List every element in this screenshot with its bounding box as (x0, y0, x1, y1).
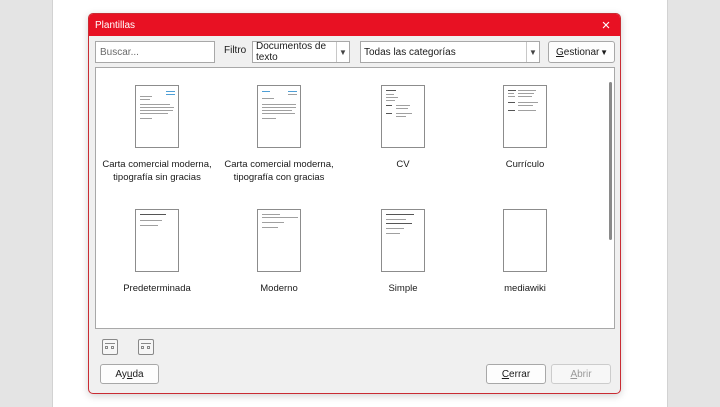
category-select[interactable]: Todas las categorías ▼ (360, 41, 540, 63)
template-label: Moderno (260, 283, 298, 294)
manage-label: Gestionar (556, 46, 600, 58)
thumbnail-view-icon[interactable] (102, 339, 118, 355)
template-label: CV (396, 159, 410, 170)
view-toggle-icons (102, 339, 154, 355)
template-thumbnail (381, 209, 425, 272)
template-thumbnail (135, 209, 179, 272)
dialog-titlebar: Plantillas × (89, 14, 620, 36)
template-item[interactable]: Predeterminada (96, 209, 218, 295)
template-label: Carta comercial moderna, tipografía con g… (224, 159, 334, 183)
templates-dialog: Plantillas × Filtro Documentos de texto … (88, 13, 621, 394)
dialog-title: Plantillas (95, 19, 136, 31)
caret-down-icon: ▼ (600, 47, 608, 57)
close-button[interactable]: Cerrar (486, 364, 546, 384)
template-label: Carta comercial moderna, tipografía sin g… (102, 159, 212, 183)
template-thumbnail (381, 85, 425, 148)
template-label: Predeterminada (123, 283, 191, 294)
template-label: mediawiki (504, 283, 546, 294)
filter-label: Filtro (224, 45, 247, 56)
template-item[interactable]: mediawiki (464, 209, 586, 295)
template-item[interactable]: CV (342, 85, 464, 171)
template-thumbnail (257, 209, 301, 272)
help-button[interactable]: Ay u da (100, 364, 159, 384)
category-value: Todas las categorías (364, 46, 456, 58)
template-thumbnail (503, 85, 547, 148)
template-thumbnail (257, 85, 301, 148)
template-item[interactable]: Simple (342, 209, 464, 295)
search-input[interactable] (95, 41, 215, 63)
template-label: Currículo (505, 159, 545, 170)
manage-button[interactable]: Gestionar ▼ (548, 41, 615, 63)
document-type-select[interactable]: Documentos de texto ▼ (252, 41, 350, 63)
vertical-scrollbar[interactable] (609, 82, 612, 240)
close-icon[interactable]: × (598, 17, 614, 33)
template-item[interactable]: Moderno (218, 209, 340, 295)
chevron-down-icon: ▼ (336, 42, 349, 62)
template-thumbnail (135, 85, 179, 148)
templates-view[interactable]: Carta comercial moderna, tipografía sin g… (95, 67, 615, 329)
template-thumbnail (503, 209, 547, 272)
template-item[interactable]: Carta comercial moderna, tipografía con g… (218, 85, 340, 184)
list-view-icon[interactable] (138, 339, 154, 355)
dialog-toolbar: Filtro Documentos de texto ▼ Todas las c… (95, 41, 615, 63)
open-button[interactable]: Abrir (551, 364, 611, 384)
template-label: Simple (388, 283, 418, 294)
chevron-down-icon: ▼ (526, 42, 539, 62)
template-item[interactable]: Currículo (464, 85, 586, 171)
template-item[interactable]: Carta comercial moderna, tipografía sin g… (96, 85, 218, 184)
